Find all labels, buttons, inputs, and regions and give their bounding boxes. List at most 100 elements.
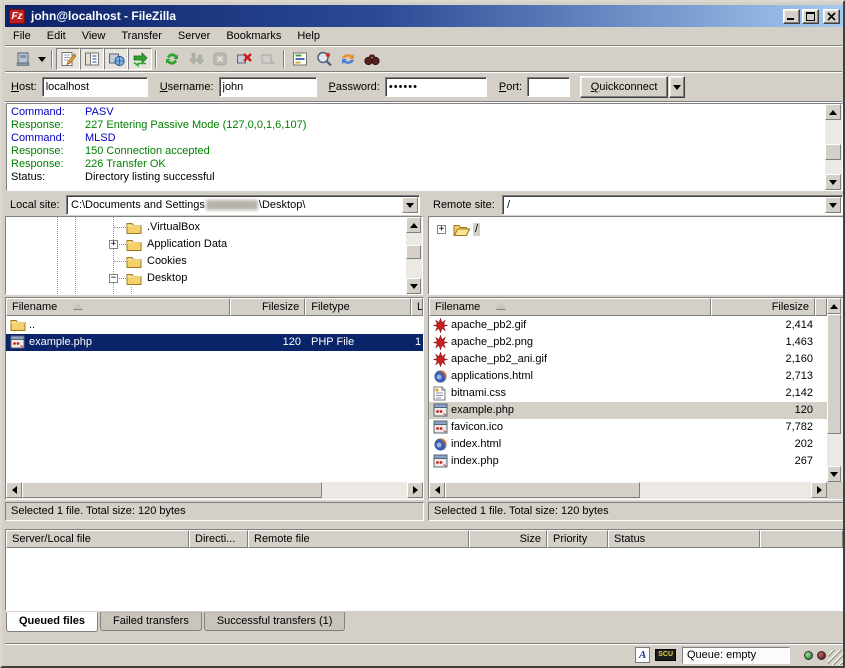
- menu-server[interactable]: Server: [170, 28, 218, 44]
- password-input[interactable]: [385, 77, 487, 97]
- file-row[interactable]: apache_pb2_ani.gif 2,160: [429, 351, 827, 368]
- process-queue-button[interactable]: [184, 48, 208, 70]
- tree-item-virtualbox[interactable]: .VirtualBox: [6, 219, 422, 236]
- menu-transfer[interactable]: Transfer: [113, 28, 170, 44]
- host-input[interactable]: [42, 77, 148, 97]
- username-input[interactable]: [219, 77, 317, 97]
- expand-icon[interactable]: +: [109, 240, 118, 249]
- scroll-right-button[interactable]: [407, 482, 423, 498]
- toggle-local-tree-button[interactable]: [80, 48, 104, 70]
- close-button[interactable]: [823, 9, 840, 24]
- scroll-up-button[interactable]: [825, 104, 841, 120]
- chevron-down-icon: [406, 203, 414, 208]
- column-header-filename[interactable]: Filename: [429, 298, 711, 316]
- titlebar: Fz john@localhost - FileZilla: [5, 5, 844, 27]
- column-header-filetype[interactable]: Filetype: [305, 298, 411, 316]
- scroll-up-button[interactable]: [406, 217, 421, 233]
- collapse-icon[interactable]: −: [109, 274, 118, 283]
- process-queue-icon: [187, 50, 205, 68]
- port-input[interactable]: [527, 77, 570, 97]
- resize-grip-icon[interactable]: [828, 650, 843, 665]
- column-header-filename[interactable]: Filename: [6, 298, 230, 316]
- column-header-size[interactable]: Size: [469, 530, 547, 548]
- scroll-down-button[interactable]: [406, 278, 421, 294]
- file-row[interactable]: index.html 202: [429, 436, 827, 453]
- quickconnect-button[interactable]: Quickconnect: [580, 76, 668, 98]
- remote-vertical-scrollbar[interactable]: [827, 298, 843, 482]
- expand-icon[interactable]: +: [437, 225, 446, 234]
- tab-successful-transfers[interactable]: Successful transfers (1): [204, 612, 346, 631]
- php-file-icon: [433, 403, 448, 417]
- binoculars-icon: [363, 50, 381, 68]
- tab-queued-files[interactable]: Queued files: [6, 612, 98, 632]
- menu-file[interactable]: File: [5, 28, 39, 44]
- site-manager-button[interactable]: [11, 48, 35, 70]
- menu-edit[interactable]: Edit: [39, 28, 74, 44]
- file-row[interactable]: favicon.ico 7,782: [429, 419, 827, 436]
- file-row[interactable]: apache_pb2.gif 2,414: [429, 317, 827, 334]
- local-tree-scrollbar[interactable]: [406, 217, 422, 294]
- tree-item-root[interactable]: + /: [429, 221, 843, 238]
- site-manager-dropdown[interactable]: [35, 48, 48, 70]
- remote-path-dropdown[interactable]: [825, 197, 841, 213]
- scroll-left-button[interactable]: [429, 482, 445, 498]
- column-header-remote-file[interactable]: Remote file: [248, 530, 469, 548]
- tree-item-cookies[interactable]: Cookies: [6, 253, 422, 270]
- scroll-thumb[interactable]: [22, 482, 322, 498]
- column-header-filesize[interactable]: Filesize: [711, 298, 815, 316]
- queue-tabs: Queued files Failed transfers Successful…: [6, 612, 347, 632]
- tree-item-application-data[interactable]: + Application Data: [6, 236, 422, 253]
- column-header-last-modified[interactable]: L: [411, 298, 423, 316]
- synchronized-browsing-button[interactable]: [336, 48, 360, 70]
- tab-failed-transfers[interactable]: Failed transfers: [100, 612, 202, 631]
- toggle-transfer-queue-button[interactable]: [128, 48, 152, 70]
- scroll-up-button[interactable]: [827, 298, 841, 314]
- maximize-button[interactable]: [802, 9, 819, 24]
- column-header-priority[interactable]: Priority: [547, 530, 608, 548]
- scroll-thumb[interactable]: [445, 482, 640, 498]
- remote-path-combo[interactable]: /: [502, 195, 843, 215]
- file-row[interactable]: bitnami.css 2,142: [429, 385, 827, 402]
- column-header-direction[interactable]: Directi...: [189, 530, 248, 548]
- minimize-button[interactable]: [783, 9, 800, 24]
- tree-item-desktop[interactable]: − Desktop: [6, 270, 422, 287]
- speed-limit-indicator-icon[interactable]: SCU: [655, 649, 676, 661]
- local-horizontal-scrollbar[interactable]: [6, 482, 423, 499]
- log-scrollbar[interactable]: [825, 104, 842, 190]
- directory-listing-filters-button[interactable]: [288, 48, 312, 70]
- find-files-button[interactable]: [360, 48, 384, 70]
- scroll-down-button[interactable]: [825, 174, 841, 190]
- scroll-right-button[interactable]: [811, 482, 827, 498]
- column-header-status[interactable]: Status: [608, 530, 760, 548]
- column-header-filesize[interactable]: Filesize: [230, 298, 305, 316]
- local-path-combo[interactable]: C:\Documents and Settings\Desktop\: [66, 195, 420, 215]
- file-row[interactable]: apache_pb2.png 1,463: [429, 334, 827, 351]
- scroll-thumb[interactable]: [827, 314, 841, 434]
- menu-help[interactable]: Help: [289, 28, 328, 44]
- reconnect-button[interactable]: [256, 48, 280, 70]
- scroll-down-button[interactable]: [827, 466, 841, 482]
- remote-horizontal-scrollbar[interactable]: [429, 482, 827, 499]
- data-type-indicator-icon[interactable]: A: [635, 647, 650, 663]
- scroll-left-button[interactable]: [6, 482, 22, 498]
- column-header-server-local-file[interactable]: Server/Local file: [6, 530, 189, 548]
- toggle-remote-tree-button[interactable]: [104, 48, 128, 70]
- disconnect-button[interactable]: [232, 48, 256, 70]
- app-icon[interactable]: Fz: [9, 9, 25, 24]
- refresh-button[interactable]: [160, 48, 184, 70]
- scroll-thumb[interactable]: [406, 245, 421, 259]
- directory-comparison-button[interactable]: [312, 48, 336, 70]
- menu-view[interactable]: View: [74, 28, 114, 44]
- file-row[interactable]: applications.html 2,713: [429, 368, 827, 385]
- file-row-selected[interactable]: example.php 120: [429, 402, 827, 419]
- quickconnect-dropdown[interactable]: [669, 76, 685, 98]
- scroll-thumb[interactable]: [825, 144, 841, 160]
- cancel-operation-button[interactable]: [208, 48, 232, 70]
- local-path-dropdown[interactable]: [402, 197, 418, 213]
- host-label: Host:: [11, 81, 37, 93]
- file-row[interactable]: index.php 267: [429, 453, 827, 470]
- toggle-message-log-button[interactable]: [56, 48, 80, 70]
- file-row-parent-dir[interactable]: ..: [6, 317, 423, 334]
- menu-bookmarks[interactable]: Bookmarks: [218, 28, 289, 44]
- file-row-example-php[interactable]: example.php 120 PHP File 1: [6, 334, 423, 351]
